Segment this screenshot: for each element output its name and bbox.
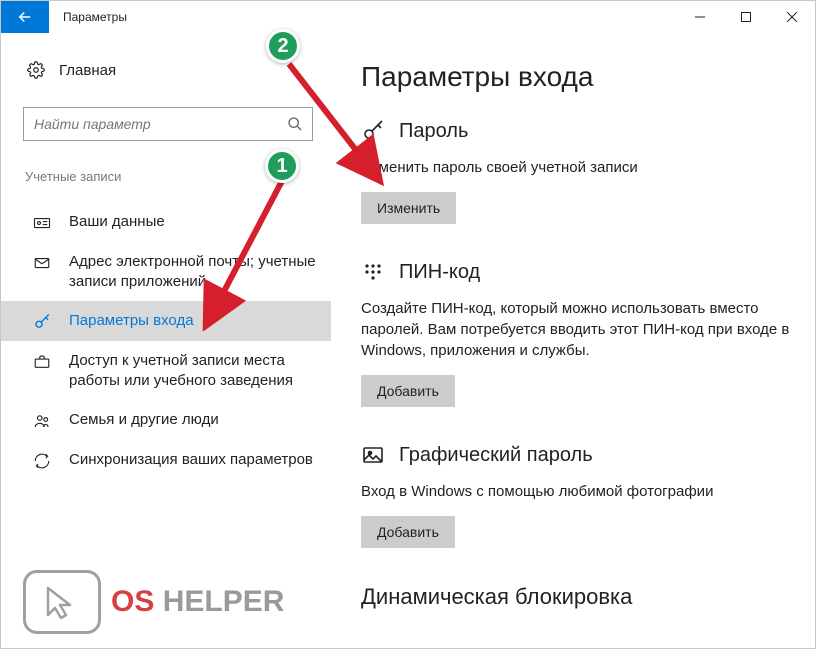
picture-icon <box>361 443 385 467</box>
sidebar-item-email-accounts[interactable]: Адрес электронной почты; учетные записи … <box>23 242 331 301</box>
sidebar-item-label: Параметры входа <box>69 311 194 331</box>
section-heading: Динамическая блокировка <box>361 584 795 610</box>
sidebar-item-your-info[interactable]: Ваши данные <box>23 202 331 242</box>
back-button[interactable] <box>1 1 49 33</box>
section-desc: Вход в Windows с помощью любимой фотогра… <box>361 481 795 502</box>
key-icon <box>361 119 385 143</box>
annotation-badge-1: 1 <box>265 149 299 183</box>
home-label: Главная <box>59 62 116 79</box>
cursor-icon <box>40 582 84 622</box>
section-picture-password: Графический пароль Вход в Windows с помо… <box>361 443 795 548</box>
sidebar-item-family[interactable]: Семья и другие люди <box>23 400 331 440</box>
annotation-badge-2: 2 <box>266 29 300 63</box>
arrow-left-icon <box>16 8 34 26</box>
sidebar-item-label: Ваши данные <box>69 212 165 232</box>
sidebar-item-signin-options[interactable]: Параметры входа <box>1 301 331 341</box>
oshelper-logo-box <box>23 570 101 634</box>
close-button[interactable] <box>769 1 815 33</box>
sidebar-item-label: Адрес электронной почты; учетные записи … <box>69 252 321 291</box>
sidebar-item-label: Семья и другие люди <box>69 410 219 430</box>
oshelper-watermark: OS HELPER <box>23 570 284 634</box>
badge-id-icon <box>33 212 51 232</box>
sidebar-item-label: Синхронизация ваших параметров <box>69 450 313 470</box>
page-title: Параметры входа <box>361 61 795 93</box>
sync-icon <box>33 450 51 470</box>
key-icon <box>33 311 51 331</box>
window-title: Параметры <box>63 10 677 24</box>
maximize-button[interactable] <box>723 1 769 33</box>
window-controls <box>677 1 815 33</box>
heading-text: ПИН-код <box>399 261 480 284</box>
change-password-button[interactable]: Изменить <box>361 192 456 224</box>
sidebar-item-sync[interactable]: Синхронизация ваших параметров <box>23 440 331 480</box>
heading-text: Графический пароль <box>399 444 593 467</box>
section-heading: ПИН-код <box>361 260 795 284</box>
section-password: Пароль Изменить пароль своей учетной зап… <box>361 119 795 224</box>
heading-text: Динамическая блокировка <box>361 584 632 610</box>
close-icon <box>787 12 797 22</box>
keypad-icon <box>361 260 385 284</box>
section-desc: Изменить пароль своей учетной записи <box>361 157 795 178</box>
sidebar-item-label: Доступ к учетной записи места работы или… <box>69 351 321 390</box>
minimize-button[interactable] <box>677 1 723 33</box>
section-dynamic-lock: Динамическая блокировка <box>361 584 795 610</box>
search-wrap <box>23 107 313 141</box>
briefcase-icon <box>33 351 51 371</box>
people-icon <box>33 410 51 430</box>
section-heading: Пароль <box>361 119 795 143</box>
add-pin-button[interactable]: Добавить <box>361 375 455 407</box>
minimize-icon <box>695 12 705 22</box>
maximize-icon <box>741 12 751 22</box>
gear-icon <box>27 61 45 79</box>
mail-icon <box>33 252 51 272</box>
content-area: Главная Учетные записи Ваши данные Адрес… <box>1 33 815 648</box>
titlebar: Параметры <box>1 1 815 33</box>
search-icon <box>287 116 303 132</box>
section-desc: Создайте ПИН-код, который можно использо… <box>361 298 795 361</box>
add-picture-password-button[interactable]: Добавить <box>361 516 455 548</box>
oshelper-text: OS HELPER <box>111 585 284 619</box>
main-panel: Параметры входа Пароль Изменить пароль с… <box>341 33 815 648</box>
section-pin: ПИН-код Создайте ПИН-код, который можно … <box>361 260 795 407</box>
heading-text: Пароль <box>399 120 468 143</box>
section-heading: Графический пароль <box>361 443 795 467</box>
sidebar-item-work-access[interactable]: Доступ к учетной записи места работы или… <box>23 341 331 400</box>
sidebar: Главная Учетные записи Ваши данные Адрес… <box>1 33 341 648</box>
search-input[interactable] <box>23 107 313 141</box>
